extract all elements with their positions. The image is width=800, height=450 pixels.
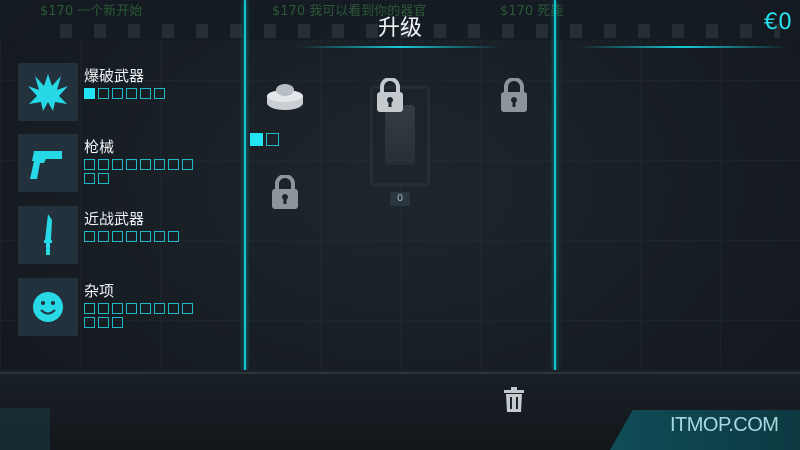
level-square-empty xyxy=(98,88,109,99)
level-square-empty xyxy=(84,159,95,170)
watermark: ITMOP.COM xyxy=(670,414,779,436)
level-square-empty xyxy=(168,303,179,314)
level-square-empty xyxy=(112,159,123,170)
smiley-icon xyxy=(18,278,78,336)
lock-icon[interactable] xyxy=(271,175,299,211)
level-square-empty xyxy=(98,231,109,242)
level-square-empty xyxy=(98,173,109,184)
category-explosives[interactable]: 爆破武器 xyxy=(18,63,240,121)
level-square-empty xyxy=(154,231,165,242)
page-title: 升级 xyxy=(377,16,422,41)
level-square-empty xyxy=(168,231,179,242)
knife-icon xyxy=(18,206,78,264)
category-level-bar xyxy=(84,231,196,242)
trash-icon[interactable] xyxy=(503,387,525,413)
floor-line xyxy=(0,372,800,374)
level-square-empty xyxy=(98,159,109,170)
title-underline xyxy=(578,46,788,48)
lock-icon[interactable] xyxy=(376,78,404,114)
money-counter: €0 xyxy=(764,10,792,35)
level-square-empty xyxy=(140,231,151,242)
level-square-empty xyxy=(126,231,137,242)
level-square-empty xyxy=(84,173,95,184)
level-square-empty xyxy=(140,303,151,314)
category-misc[interactable]: 杂项 xyxy=(18,278,240,336)
level-square-empty xyxy=(98,317,109,328)
level-square-empty xyxy=(182,303,193,314)
pistol-icon xyxy=(18,134,78,192)
category-level-bar xyxy=(84,159,196,184)
level-square-empty xyxy=(154,88,165,99)
lock-icon[interactable] xyxy=(500,78,528,114)
category-label: 杂项 xyxy=(84,282,115,300)
category-label: 爆破武器 xyxy=(84,67,145,85)
level-square-empty xyxy=(140,88,151,99)
level-square-empty xyxy=(112,231,123,242)
level-square-empty xyxy=(98,303,109,314)
level-square-empty xyxy=(126,159,137,170)
level-square-empty xyxy=(140,159,151,170)
level-square-filled xyxy=(84,88,95,99)
level-square-empty xyxy=(266,133,279,146)
bottom-left-button[interactable] xyxy=(0,408,50,450)
level-square-empty xyxy=(168,159,179,170)
level-square-empty xyxy=(84,317,95,328)
landmine-icon xyxy=(267,84,303,110)
background-strip-text: $170 一个新开始 xyxy=(40,4,143,19)
level-square-empty xyxy=(154,159,165,170)
category-level-bar xyxy=(84,88,196,99)
level-square-empty xyxy=(84,231,95,242)
robot-count-badge: 0 xyxy=(390,192,410,206)
category-firearms[interactable]: 枪械 xyxy=(18,134,240,192)
category-melee[interactable]: 近战武器 xyxy=(18,206,240,264)
level-square-empty xyxy=(182,159,193,170)
level-square-filled xyxy=(250,133,263,146)
mine-item[interactable] xyxy=(266,82,304,116)
mine-level-bar xyxy=(250,133,279,146)
category-label: 近战武器 xyxy=(84,210,145,228)
level-square-empty xyxy=(84,303,95,314)
category-label: 枪械 xyxy=(84,138,115,156)
level-square-empty xyxy=(112,88,123,99)
level-square-empty xyxy=(112,303,123,314)
level-square-empty xyxy=(154,303,165,314)
level-square-empty xyxy=(126,303,137,314)
title-underline xyxy=(298,46,502,48)
level-square-empty xyxy=(112,317,123,328)
explosion-icon xyxy=(18,63,78,121)
category-level-bar xyxy=(84,303,196,328)
level-square-empty xyxy=(126,88,137,99)
